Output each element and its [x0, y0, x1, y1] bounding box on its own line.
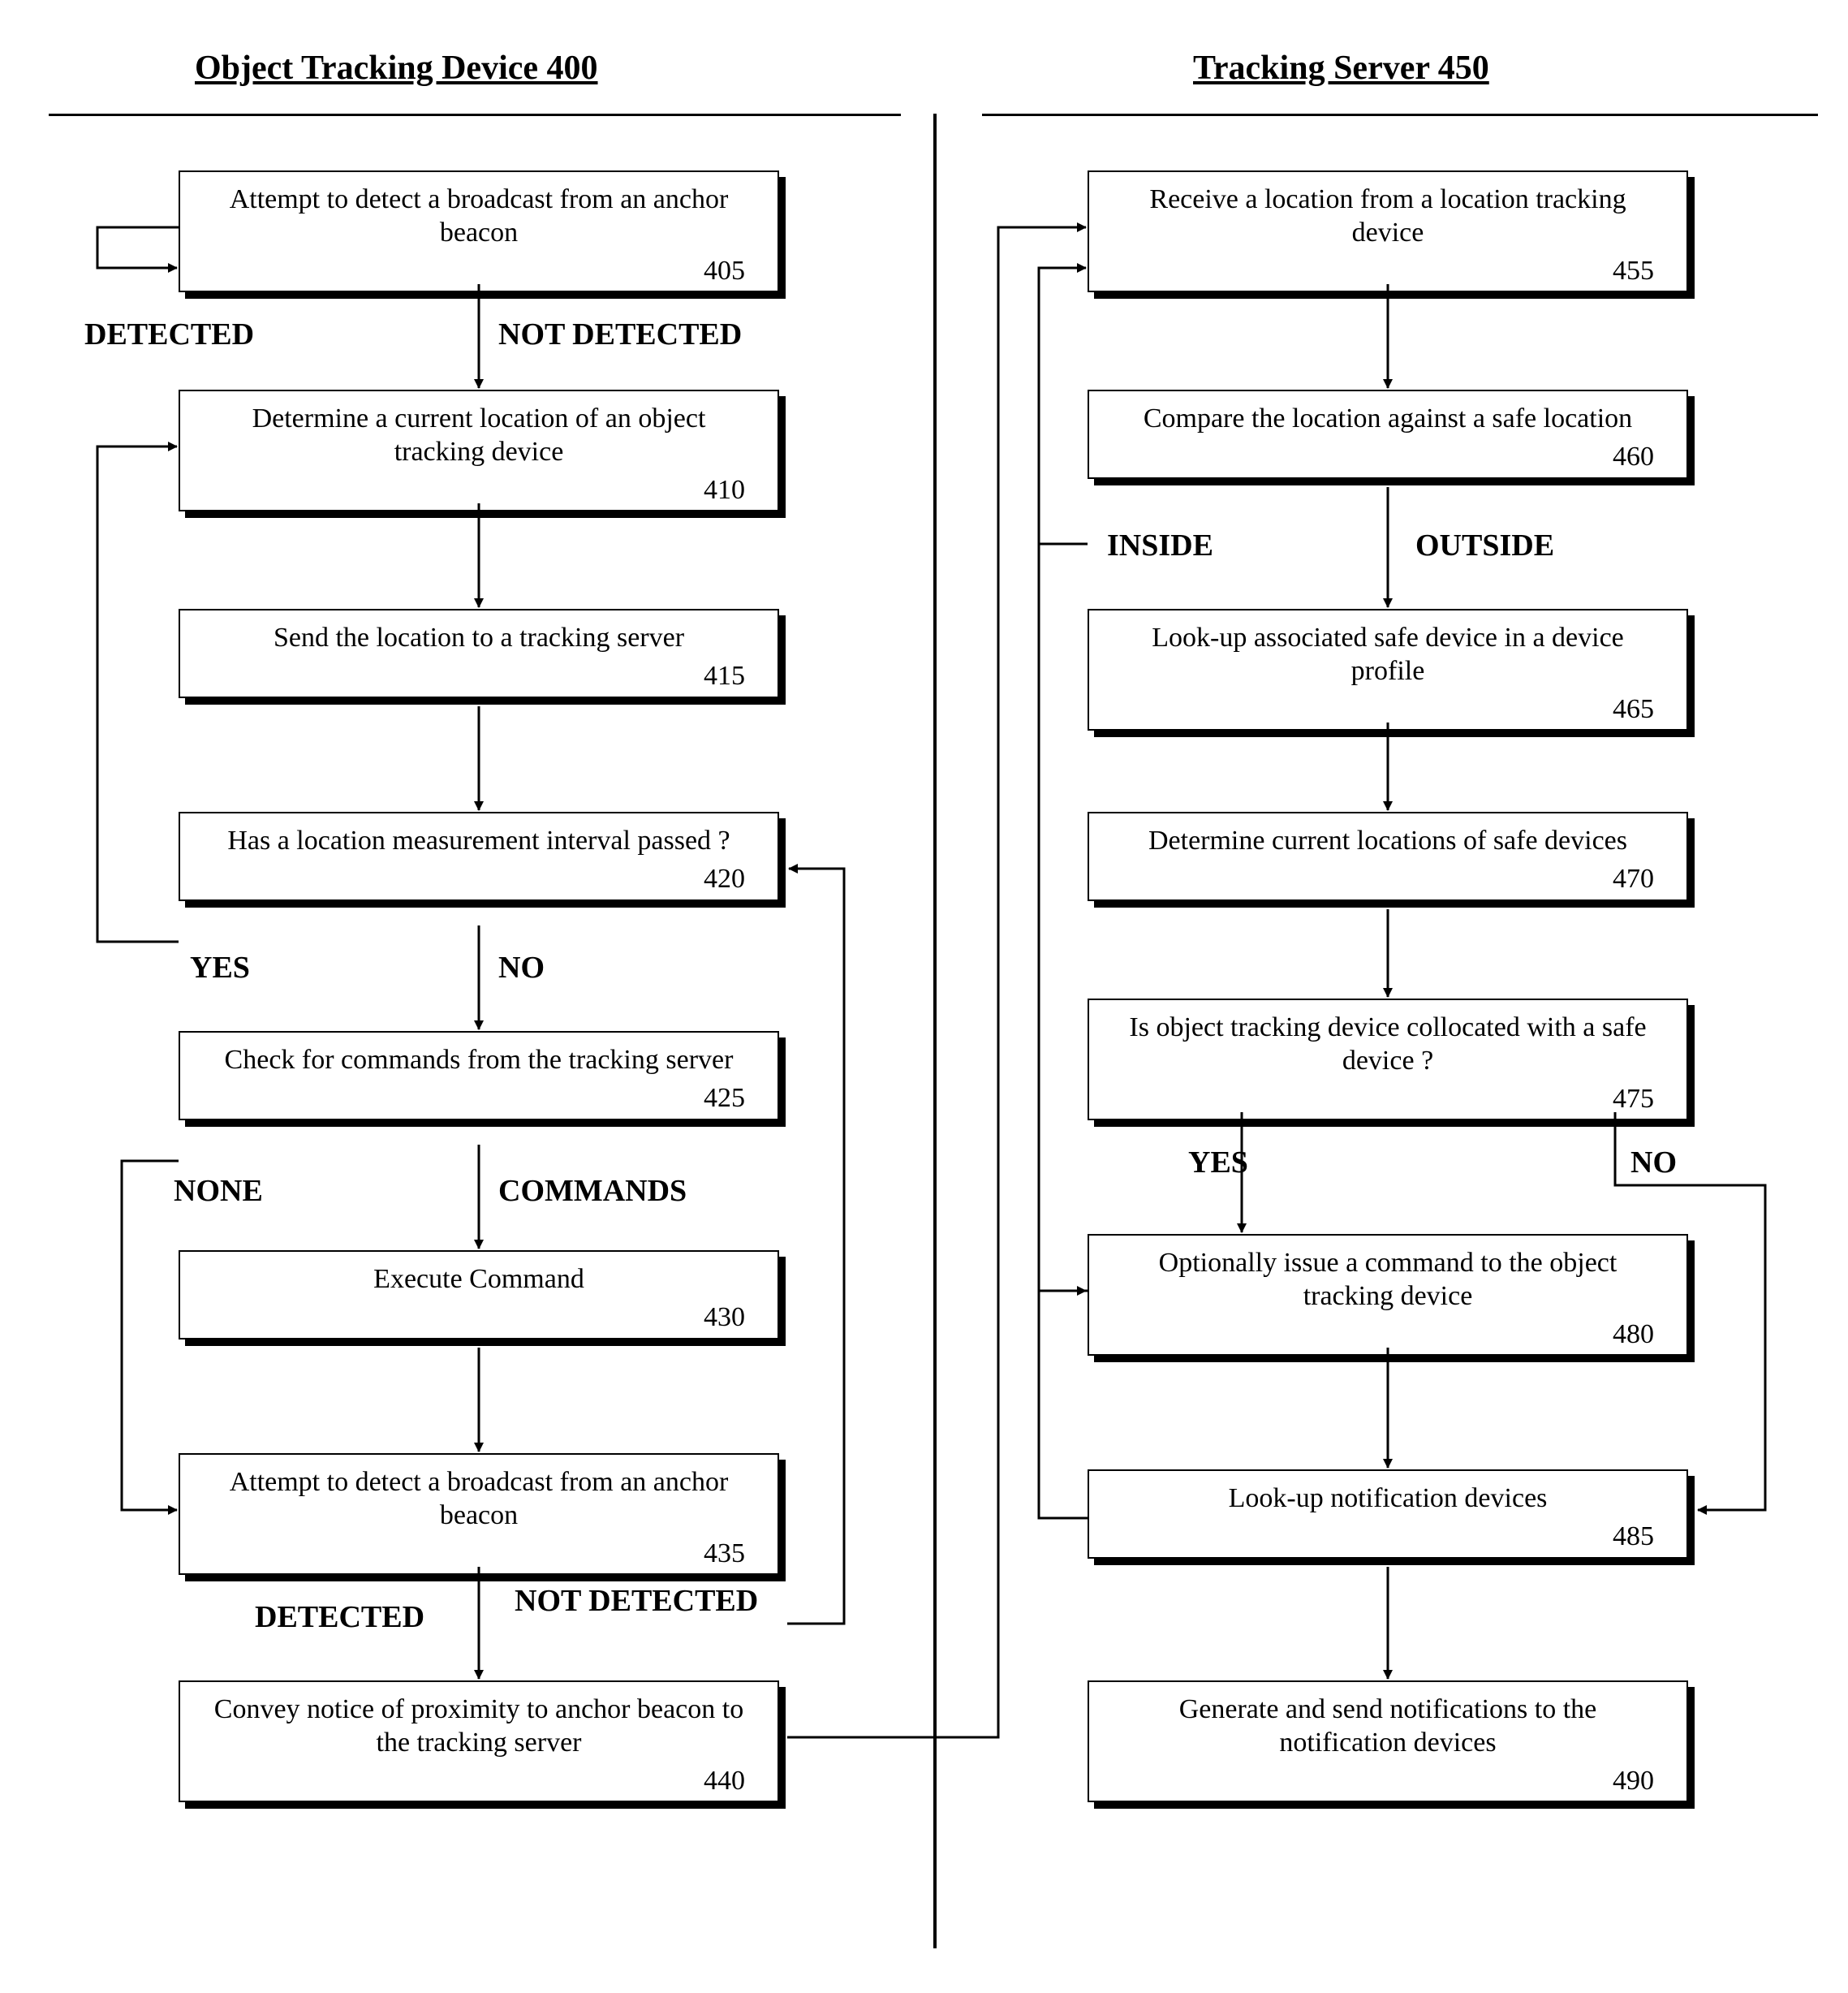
- node-480: Optionally issue a command to the object…: [1088, 1234, 1688, 1356]
- label-detected-405: DETECTED: [81, 317, 257, 352]
- node-id: 440: [213, 1765, 745, 1798]
- node-405: Attempt to detect a broadcast from an an…: [179, 170, 779, 292]
- node-410: Determine a current location of an objec…: [179, 390, 779, 511]
- node-text: Look-up notification devices: [1122, 1482, 1654, 1516]
- node-id: 490: [1122, 1765, 1654, 1798]
- node-475: Is object tracking device collocated wit…: [1088, 999, 1688, 1120]
- node-text: Generate and send notifications to the n…: [1122, 1693, 1654, 1760]
- node-text: Is object tracking device collocated wit…: [1122, 1012, 1654, 1078]
- heading-right: Tracking Server 450: [1193, 49, 1489, 88]
- node-id: 460: [1122, 441, 1654, 474]
- label-no-475: NO: [1627, 1145, 1680, 1180]
- label-not-detected-435: NOT DETECTED: [511, 1583, 761, 1619]
- node-430: Execute Command 430: [179, 1250, 779, 1339]
- node-id: 425: [213, 1082, 745, 1115]
- node-text: Attempt to detect a broadcast from an an…: [213, 183, 745, 250]
- node-id: 465: [1122, 693, 1654, 727]
- node-465: Look-up associated safe device in a devi…: [1088, 609, 1688, 731]
- node-text: Determine a current location of an objec…: [213, 403, 745, 469]
- node-490: Generate and send notifications to the n…: [1088, 1680, 1688, 1802]
- node-text: Compare the location against a safe loca…: [1122, 403, 1654, 436]
- label-outside-460: OUTSIDE: [1412, 528, 1557, 563]
- node-text: Determine current locations of safe devi…: [1122, 825, 1654, 858]
- label-not-detected-405: NOT DETECTED: [495, 317, 745, 352]
- node-id: 485: [1122, 1521, 1654, 1554]
- label-none-425: NONE: [170, 1173, 266, 1209]
- node-id: 420: [213, 863, 745, 896]
- rule-right: [982, 114, 1818, 116]
- node-text: Send the location to a tracking server: [213, 622, 745, 655]
- node-420: Has a location measurement interval pass…: [179, 812, 779, 901]
- node-460: Compare the location against a safe loca…: [1088, 390, 1688, 479]
- node-id: 430: [213, 1301, 745, 1335]
- node-435: Attempt to detect a broadcast from an an…: [179, 1453, 779, 1575]
- node-425: Check for commands from the tracking ser…: [179, 1031, 779, 1120]
- node-id: 480: [1122, 1318, 1654, 1352]
- node-id: 415: [213, 660, 745, 693]
- label-commands-425: COMMANDS: [495, 1173, 690, 1209]
- vertical-divider: [933, 114, 937, 1948]
- flowchart-page: Object Tracking Device 400 Tracking Serv…: [24, 24, 1824, 1969]
- arrows-svg: [24, 24, 1824, 1969]
- node-id: 410: [213, 474, 745, 507]
- node-id: 435: [213, 1538, 745, 1571]
- node-text: Receive a location from a location track…: [1122, 183, 1654, 250]
- node-text: Optionally issue a command to the object…: [1122, 1247, 1654, 1314]
- node-id: 455: [1122, 255, 1654, 288]
- label-no-420: NO: [495, 950, 548, 986]
- node-text: Attempt to detect a broadcast from an an…: [213, 1466, 745, 1533]
- node-440: Convey notice of proximity to anchor bea…: [179, 1680, 779, 1802]
- rule-left: [49, 114, 901, 116]
- node-id: 475: [1122, 1083, 1654, 1116]
- node-470: Determine current locations of safe devi…: [1088, 812, 1688, 901]
- node-415: Send the location to a tracking server 4…: [179, 609, 779, 698]
- node-485: Look-up notification devices 485: [1088, 1469, 1688, 1559]
- node-id: 405: [213, 255, 745, 288]
- label-inside-460: INSIDE: [1104, 528, 1217, 563]
- node-text: Has a location measurement interval pass…: [213, 825, 745, 858]
- label-yes-420: YES: [187, 950, 253, 986]
- label-yes-475: YES: [1185, 1145, 1251, 1180]
- heading-left: Object Tracking Device 400: [195, 49, 598, 88]
- node-455: Receive a location from a location track…: [1088, 170, 1688, 292]
- node-text: Convey notice of proximity to anchor bea…: [213, 1693, 745, 1760]
- node-id: 470: [1122, 863, 1654, 896]
- label-detected-435: DETECTED: [252, 1599, 428, 1635]
- node-text: Check for commands from the tracking ser…: [213, 1044, 745, 1077]
- node-text: Look-up associated safe device in a devi…: [1122, 622, 1654, 688]
- node-text: Execute Command: [213, 1263, 745, 1296]
